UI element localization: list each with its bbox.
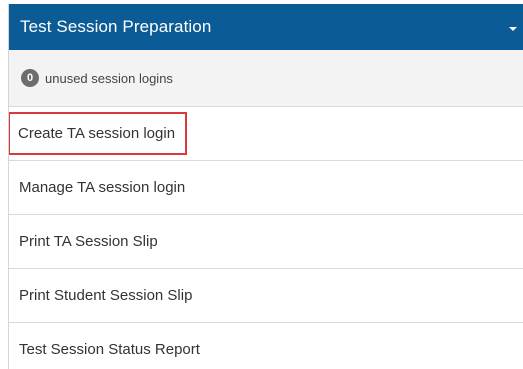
menu-item-test-session-status-report[interactable]: Test Session Status Report xyxy=(9,323,523,369)
menu-item-label[interactable]: Create TA session login xyxy=(9,112,188,155)
caret-down-icon[interactable] xyxy=(509,26,517,31)
unused-logins-label: unused session logins xyxy=(45,70,173,86)
test-session-preparation-panel: Test Session Preparation 0 unused sessio… xyxy=(8,4,523,369)
menu-item-label[interactable]: Manage TA session login xyxy=(19,179,185,196)
panel-title: Test Session Preparation xyxy=(20,17,212,36)
menu-item-label[interactable]: Print TA Session Slip xyxy=(19,233,158,250)
menu-item-label[interactable]: Print Student Session Slip xyxy=(19,287,192,304)
menu-item-label[interactable]: Test Session Status Report xyxy=(19,341,200,358)
unused-logins-info: 0 unused session logins xyxy=(9,50,523,107)
menu-item-print-student-session-slip[interactable]: Print Student Session Slip xyxy=(9,269,523,323)
unused-count-badge: 0 xyxy=(21,69,39,87)
panel-header[interactable]: Test Session Preparation xyxy=(9,4,523,50)
menu-item-manage-ta-session-login[interactable]: Manage TA session login xyxy=(9,161,523,215)
menu-item-create-ta-session-login[interactable]: Create TA session login xyxy=(9,107,523,161)
menu-item-print-ta-session-slip[interactable]: Print TA Session Slip xyxy=(9,215,523,269)
